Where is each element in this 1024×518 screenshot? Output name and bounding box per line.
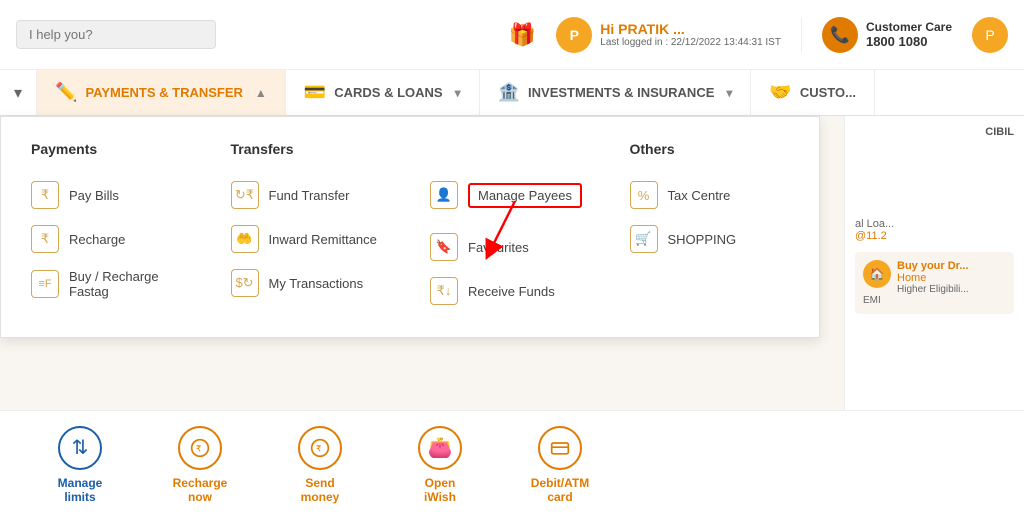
recharge-icon: ₹	[31, 225, 59, 253]
open-iwish-icon: 👛	[418, 426, 462, 470]
extra-avatar: P	[972, 17, 1008, 53]
menu-item-fastag[interactable]: ≡F Buy / Recharge Fastag	[31, 261, 191, 307]
care-text: Customer Care 1800 1080	[866, 20, 952, 49]
quick-action-debit-atm-card[interactable]: Debit/ATMcard	[500, 416, 620, 514]
loan-rate: @11.2	[855, 230, 1014, 242]
chevron-up-icon: ▲	[255, 86, 267, 100]
user-section: P Hi PRATIK ... Last logged in : 22/12/2…	[556, 17, 781, 53]
favourites-icon: 🔖	[430, 233, 458, 261]
quick-action-manage-limits[interactable]: ⇅ Managelimits	[20, 416, 140, 514]
section-title-payments: Payments	[31, 141, 191, 157]
send-money-label: Sendmoney	[301, 476, 340, 504]
navbar: ▾ ✏️ PAYMENTS & TRANSFER ▲ 💳 CARDS & LOA…	[0, 70, 1024, 116]
quick-action-recharge-now[interactable]: ₹ Rechargenow	[140, 416, 260, 514]
menu-section-middle: 👤 Manage Payees 🔖 Favourites ₹↓ Receive …	[430, 141, 590, 313]
menu-item-receive-funds[interactable]: ₹↓ Receive Funds	[430, 269, 590, 313]
menu-section-others: Others % Tax Centre 🛒 SHOPPING	[630, 141, 790, 313]
my-transactions-icon: $↻	[231, 269, 259, 297]
menu-item-pay-bills[interactable]: ₹ Pay Bills	[31, 173, 191, 217]
debit-atm-card-icon	[538, 426, 582, 470]
loan-label: al Loa...	[855, 218, 1014, 230]
menu-item-inward-remittance[interactable]: 🤲 Inward Remittance	[231, 217, 391, 261]
menu-label-tax-centre: Tax Centre	[668, 188, 731, 203]
section-title-others: Others	[630, 141, 790, 157]
chevron-down-icon2: ▾	[455, 86, 461, 100]
quick-action-send-money[interactable]: ₹ Sendmoney	[260, 416, 380, 514]
header-left	[16, 20, 216, 49]
recharge-now-label: Rechargenow	[173, 476, 228, 504]
nav-item-investments[interactable]: 🏦 INVESTMENTS & INSURANCE ▾	[480, 70, 752, 115]
nav-dropdown-toggle[interactable]: ▾	[0, 70, 37, 115]
phone-icon: 📞	[822, 17, 858, 53]
manage-limits-icon: ⇅	[58, 426, 102, 470]
nav-label-payments: PAYMENTS & TRANSFER	[85, 85, 242, 100]
section-title-middle	[430, 141, 590, 157]
quick-actions-bar: ⇅ Managelimits ₹ Rechargenow ₹ Sendmoney…	[0, 410, 1024, 518]
header-right: 🎁 P Hi PRATIK ... Last logged in : 22/12…	[509, 17, 1008, 53]
menu-item-fund-transfer[interactable]: ↻₹ Fund Transfer	[231, 173, 391, 217]
receive-funds-icon: ₹↓	[430, 277, 458, 305]
shopping-icon: 🛒	[630, 225, 658, 253]
promo-tag: EMI	[863, 295, 1006, 306]
last-logged: Last logged in : 22/12/2022 13:44:31 IST	[600, 37, 781, 48]
section-title-transfers: Transfers	[231, 141, 391, 157]
pay-bills-icon: ₹	[31, 181, 59, 209]
menu-section-payments: Payments ₹ Pay Bills ₹ Recharge ≡F Buy /…	[31, 141, 191, 313]
manage-limits-label: Managelimits	[58, 476, 103, 504]
nav-item-payments[interactable]: ✏️ PAYMENTS & TRANSFER ▲	[37, 70, 286, 115]
menu-label-shopping: SHOPPING	[668, 232, 737, 247]
care-label: Customer Care	[866, 20, 952, 34]
chevron-down-icon: ▾	[14, 83, 22, 103]
menu-item-my-transactions[interactable]: $↻ My Transactions	[231, 261, 391, 305]
nav-label-investments: INVESTMENTS & INSURANCE	[528, 85, 714, 100]
recharge-now-icon: ₹	[178, 426, 222, 470]
investments-icon: 🏦	[498, 82, 520, 103]
nav-item-custo[interactable]: 🤝 CUSTO...	[751, 70, 875, 115]
menu-label-fastag: Buy / Recharge Fastag	[69, 269, 191, 299]
menu-item-recharge[interactable]: ₹ Recharge	[31, 217, 191, 261]
custo-icon: 🤝	[769, 82, 791, 103]
tax-centre-icon: %	[630, 181, 658, 209]
fund-transfer-icon: ↻₹	[231, 181, 259, 209]
menu-label-receive-funds: Receive Funds	[468, 284, 555, 299]
inward-remittance-icon: 🤲	[231, 225, 259, 253]
right-panel: CIBIL al Loa... @11.2 🏠 Buy your Dr... H…	[844, 116, 1024, 416]
menu-section-transfers: Transfers ↻₹ Fund Transfer 🤲 Inward Remi…	[231, 141, 391, 313]
menu-label-my-transactions: My Transactions	[269, 276, 364, 291]
menu-item-shopping[interactable]: 🛒 SHOPPING	[630, 217, 790, 261]
payments-dropdown: Payments ₹ Pay Bills ₹ Recharge ≡F Buy /…	[0, 116, 820, 338]
menu-label-fund-transfer: Fund Transfer	[269, 188, 350, 203]
chevron-down-icon3: ▾	[726, 86, 732, 100]
promo-card: 🏠 Buy your Dr... Home Higher Eligibili..…	[855, 252, 1014, 314]
nav-item-cards[interactable]: 💳 CARDS & LOANS ▾	[286, 70, 480, 115]
avatar: P	[556, 17, 592, 53]
header: 🎁 P Hi PRATIK ... Last logged in : 22/12…	[0, 0, 1024, 70]
svg-text:₹: ₹	[196, 443, 201, 453]
debit-atm-card-label: Debit/ATMcard	[531, 476, 589, 504]
loan-info: al Loa... @11.2	[855, 218, 1014, 242]
promo-icon: 🏠	[863, 260, 891, 288]
nav-label-cards: CARDS & LOANS	[334, 85, 442, 100]
send-money-icon: ₹	[298, 426, 342, 470]
cards-icon: 💳	[304, 82, 326, 103]
fastag-icon: ≡F	[31, 270, 59, 298]
nav-label-custo: CUSTO...	[800, 85, 856, 100]
menu-label-pay-bills: Pay Bills	[69, 188, 119, 203]
search-input[interactable]	[16, 20, 216, 49]
customer-care: 📞 Customer Care 1800 1080	[801, 17, 952, 53]
user-greeting: Hi PRATIK ...	[600, 21, 781, 37]
svg-text:₹: ₹	[316, 443, 321, 453]
red-arrow	[485, 196, 555, 266]
user-info: Hi PRATIK ... Last logged in : 22/12/202…	[600, 21, 781, 48]
care-number: 1800 1080	[866, 34, 952, 49]
manage-payees-icon: 👤	[430, 181, 458, 209]
cibil-label: CIBIL	[855, 126, 1014, 138]
payments-icon: ✏️	[55, 82, 77, 103]
menu-label-inward-remittance: Inward Remittance	[269, 232, 377, 247]
gift-icon: 🎁	[509, 22, 536, 48]
menu-label-recharge: Recharge	[69, 232, 125, 247]
menu-item-tax-centre[interactable]: % Tax Centre	[630, 173, 790, 217]
open-iwish-label: OpeniWish	[424, 476, 456, 504]
quick-action-open-iwish[interactable]: 👛 OpeniWish	[380, 416, 500, 514]
